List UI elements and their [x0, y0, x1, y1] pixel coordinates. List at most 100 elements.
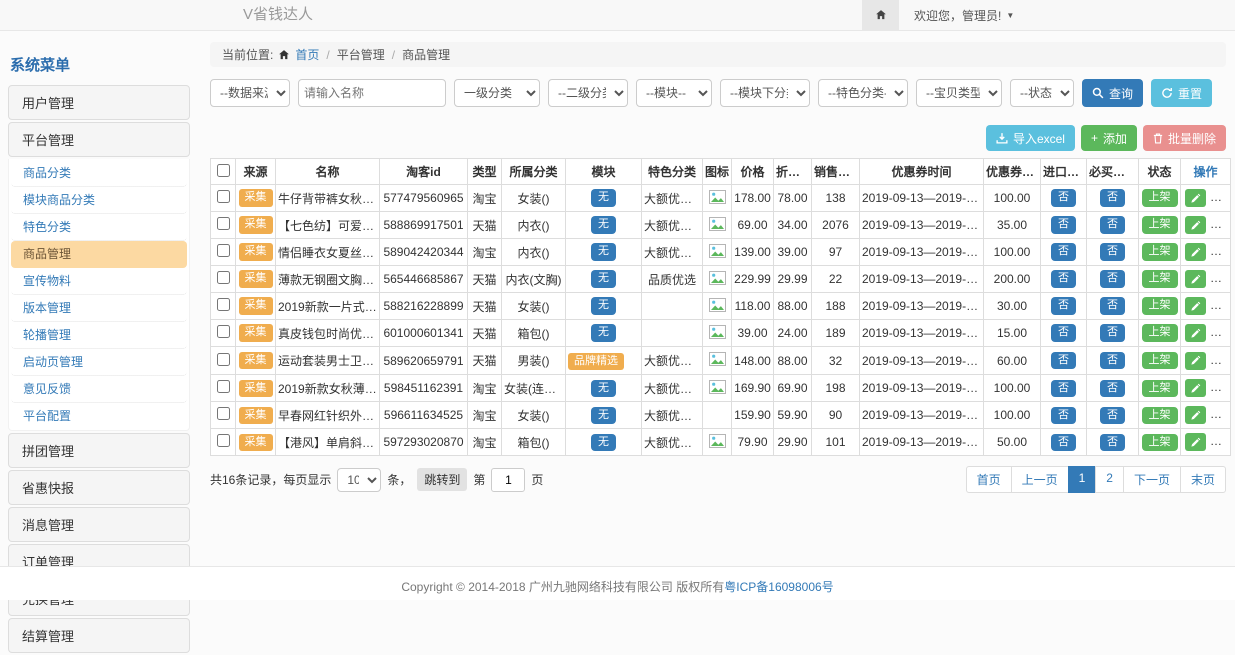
edit-button[interactable] [1185, 297, 1206, 315]
status-badge[interactable]: 上架 [1142, 270, 1178, 287]
must-buy-toggle[interactable]: 否 [1100, 297, 1125, 314]
sidebar-subitem-carousel[interactable]: 轮播管理 [11, 322, 187, 349]
status-badge[interactable]: 上架 [1142, 243, 1178, 260]
sidebar-item-settle[interactable]: 结算管理 [8, 618, 190, 653]
page-number-input[interactable] [491, 468, 525, 492]
import-select-toggle[interactable]: 否 [1051, 216, 1076, 233]
pager-item[interactable]: 首页 [966, 466, 1012, 493]
sidebar-subitem-goods-category[interactable]: 商品分类 [11, 160, 187, 187]
search-button[interactable]: 查询 [1082, 79, 1143, 107]
row-checkbox[interactable] [217, 407, 230, 420]
sidebar-item-express[interactable]: 省惠快报 [8, 470, 190, 505]
status-badge[interactable]: 上架 [1142, 189, 1178, 206]
reset-button[interactable]: 重置 [1151, 79, 1212, 107]
edit-button[interactable] [1185, 243, 1206, 261]
import-select-toggle[interactable]: 否 [1051, 297, 1076, 314]
sidebar-item-platform[interactable]: 平台管理 [8, 122, 190, 157]
must-buy-toggle[interactable]: 否 [1100, 352, 1125, 369]
edit-button[interactable] [1185, 270, 1206, 288]
edit-icon [1190, 328, 1201, 339]
row-checkbox[interactable] [217, 244, 230, 257]
status-cell: 上架 [1139, 320, 1181, 347]
select-all-checkbox[interactable] [217, 164, 230, 177]
product-category: 内衣(文胸) [502, 266, 566, 293]
sidebar-item-message[interactable]: 消息管理 [8, 507, 190, 542]
edit-button[interactable] [1185, 216, 1206, 234]
user-menu[interactable]: 欢迎您，管理员! ▼ [914, 0, 1014, 30]
jump-button[interactable]: 跳转到 [417, 468, 467, 491]
icp-link[interactable]: 粤ICP备16098006号 [724, 578, 833, 595]
row-checkbox[interactable] [217, 380, 230, 393]
must-buy-toggle[interactable]: 否 [1100, 434, 1125, 451]
edit-button[interactable] [1185, 352, 1206, 370]
breadcrumb-home-link[interactable]: 首页 [295, 46, 319, 63]
batch-delete-button[interactable]: 批量删除 [1143, 125, 1226, 151]
import-select-toggle[interactable]: 否 [1051, 380, 1076, 397]
edit-button[interactable] [1185, 324, 1206, 342]
must-buy-toggle[interactable]: 否 [1100, 270, 1125, 287]
sidebar-item-groupon[interactable]: 拼团管理 [8, 433, 190, 468]
pager-item[interactable]: 1 [1068, 466, 1097, 493]
row-select-cell [211, 320, 236, 347]
pager-item[interactable]: 末页 [1180, 466, 1226, 493]
must-buy-toggle[interactable]: 否 [1100, 243, 1125, 260]
per-page-select[interactable]: 10 [337, 468, 381, 492]
edit-button[interactable] [1185, 379, 1206, 397]
sidebar-subitem-feature-category[interactable]: 特色分类 [11, 214, 187, 241]
sidebar-subitem-version[interactable]: 版本管理 [11, 295, 187, 322]
sidebar-subitem-feedback[interactable]: 意见反馈 [11, 376, 187, 403]
status-badge[interactable]: 上架 [1142, 352, 1178, 369]
edit-button[interactable] [1185, 406, 1206, 424]
sidebar-subitem-promo-material[interactable]: 宣传物料 [11, 268, 187, 295]
import-select-toggle[interactable]: 否 [1051, 270, 1076, 287]
status-badge[interactable]: 上架 [1142, 380, 1178, 397]
filter-cat2[interactable]: --二级分类-- [548, 79, 628, 107]
pager-item[interactable]: 上一页 [1011, 466, 1069, 493]
filter-name-input[interactable] [298, 79, 446, 107]
pager-item[interactable]: 下一页 [1123, 466, 1181, 493]
filter-module-sub[interactable]: --模块下分类-- [720, 79, 810, 107]
import-excel-button[interactable]: 导入excel [986, 125, 1075, 151]
import-select-toggle[interactable]: 否 [1051, 352, 1076, 369]
edit-button[interactable] [1185, 433, 1206, 451]
import-select-toggle[interactable]: 否 [1051, 189, 1076, 206]
row-checkbox[interactable] [217, 271, 230, 284]
breadcrumb: 当前位置: 首页 / 平台管理 / 商品管理 [210, 42, 1226, 67]
sidebar-item-users[interactable]: 用户管理 [8, 85, 190, 120]
status-badge[interactable]: 上架 [1142, 407, 1178, 424]
status-badge[interactable]: 上架 [1142, 216, 1178, 233]
must-buy-toggle[interactable]: 否 [1100, 189, 1125, 206]
import-select-toggle[interactable]: 否 [1051, 243, 1076, 260]
row-checkbox[interactable] [217, 434, 230, 447]
row-checkbox[interactable] [217, 217, 230, 230]
sidebar-subitem-splash[interactable]: 启动页管理 [11, 349, 187, 376]
home-button[interactable] [862, 0, 899, 30]
status-badge[interactable]: 上架 [1142, 324, 1178, 341]
row-checkbox[interactable] [217, 298, 230, 311]
status-badge[interactable]: 上架 [1142, 434, 1178, 451]
filter-module[interactable]: --模块-- [636, 79, 712, 107]
status-badge[interactable]: 上架 [1142, 297, 1178, 314]
filter-cat1[interactable]: 一级分类 [454, 79, 540, 107]
pager-item[interactable]: 2 [1095, 466, 1124, 493]
taoke-id: 598451162391 [380, 375, 468, 402]
must-buy-toggle[interactable]: 否 [1100, 216, 1125, 233]
must-buy-toggle[interactable]: 否 [1100, 407, 1125, 424]
edit-button[interactable] [1185, 189, 1206, 207]
filter-data-source[interactable]: --数据来源-- [210, 79, 290, 107]
row-checkbox[interactable] [217, 325, 230, 338]
must-buy-toggle[interactable]: 否 [1100, 380, 1125, 397]
sidebar-subitem-module-goods-category[interactable]: 模块商品分类 [11, 187, 187, 214]
import-select-toggle[interactable]: 否 [1051, 324, 1076, 341]
must-buy-toggle[interactable]: 否 [1100, 324, 1125, 341]
row-checkbox[interactable] [217, 190, 230, 203]
row-checkbox[interactable] [217, 353, 230, 366]
import-select-toggle[interactable]: 否 [1051, 407, 1076, 424]
filter-feature[interactable]: --特色分类-- [818, 79, 908, 107]
add-button[interactable]: + 添加 [1081, 125, 1137, 151]
sidebar-subitem-goods-manage[interactable]: 商品管理 [11, 241, 187, 268]
filter-status[interactable]: --状态-- [1010, 79, 1074, 107]
import-select-toggle[interactable]: 否 [1051, 434, 1076, 451]
sidebar-subitem-platform-config[interactable]: 平台配置 [11, 403, 187, 429]
filter-item-type[interactable]: --宝贝类型-- [916, 79, 1002, 107]
